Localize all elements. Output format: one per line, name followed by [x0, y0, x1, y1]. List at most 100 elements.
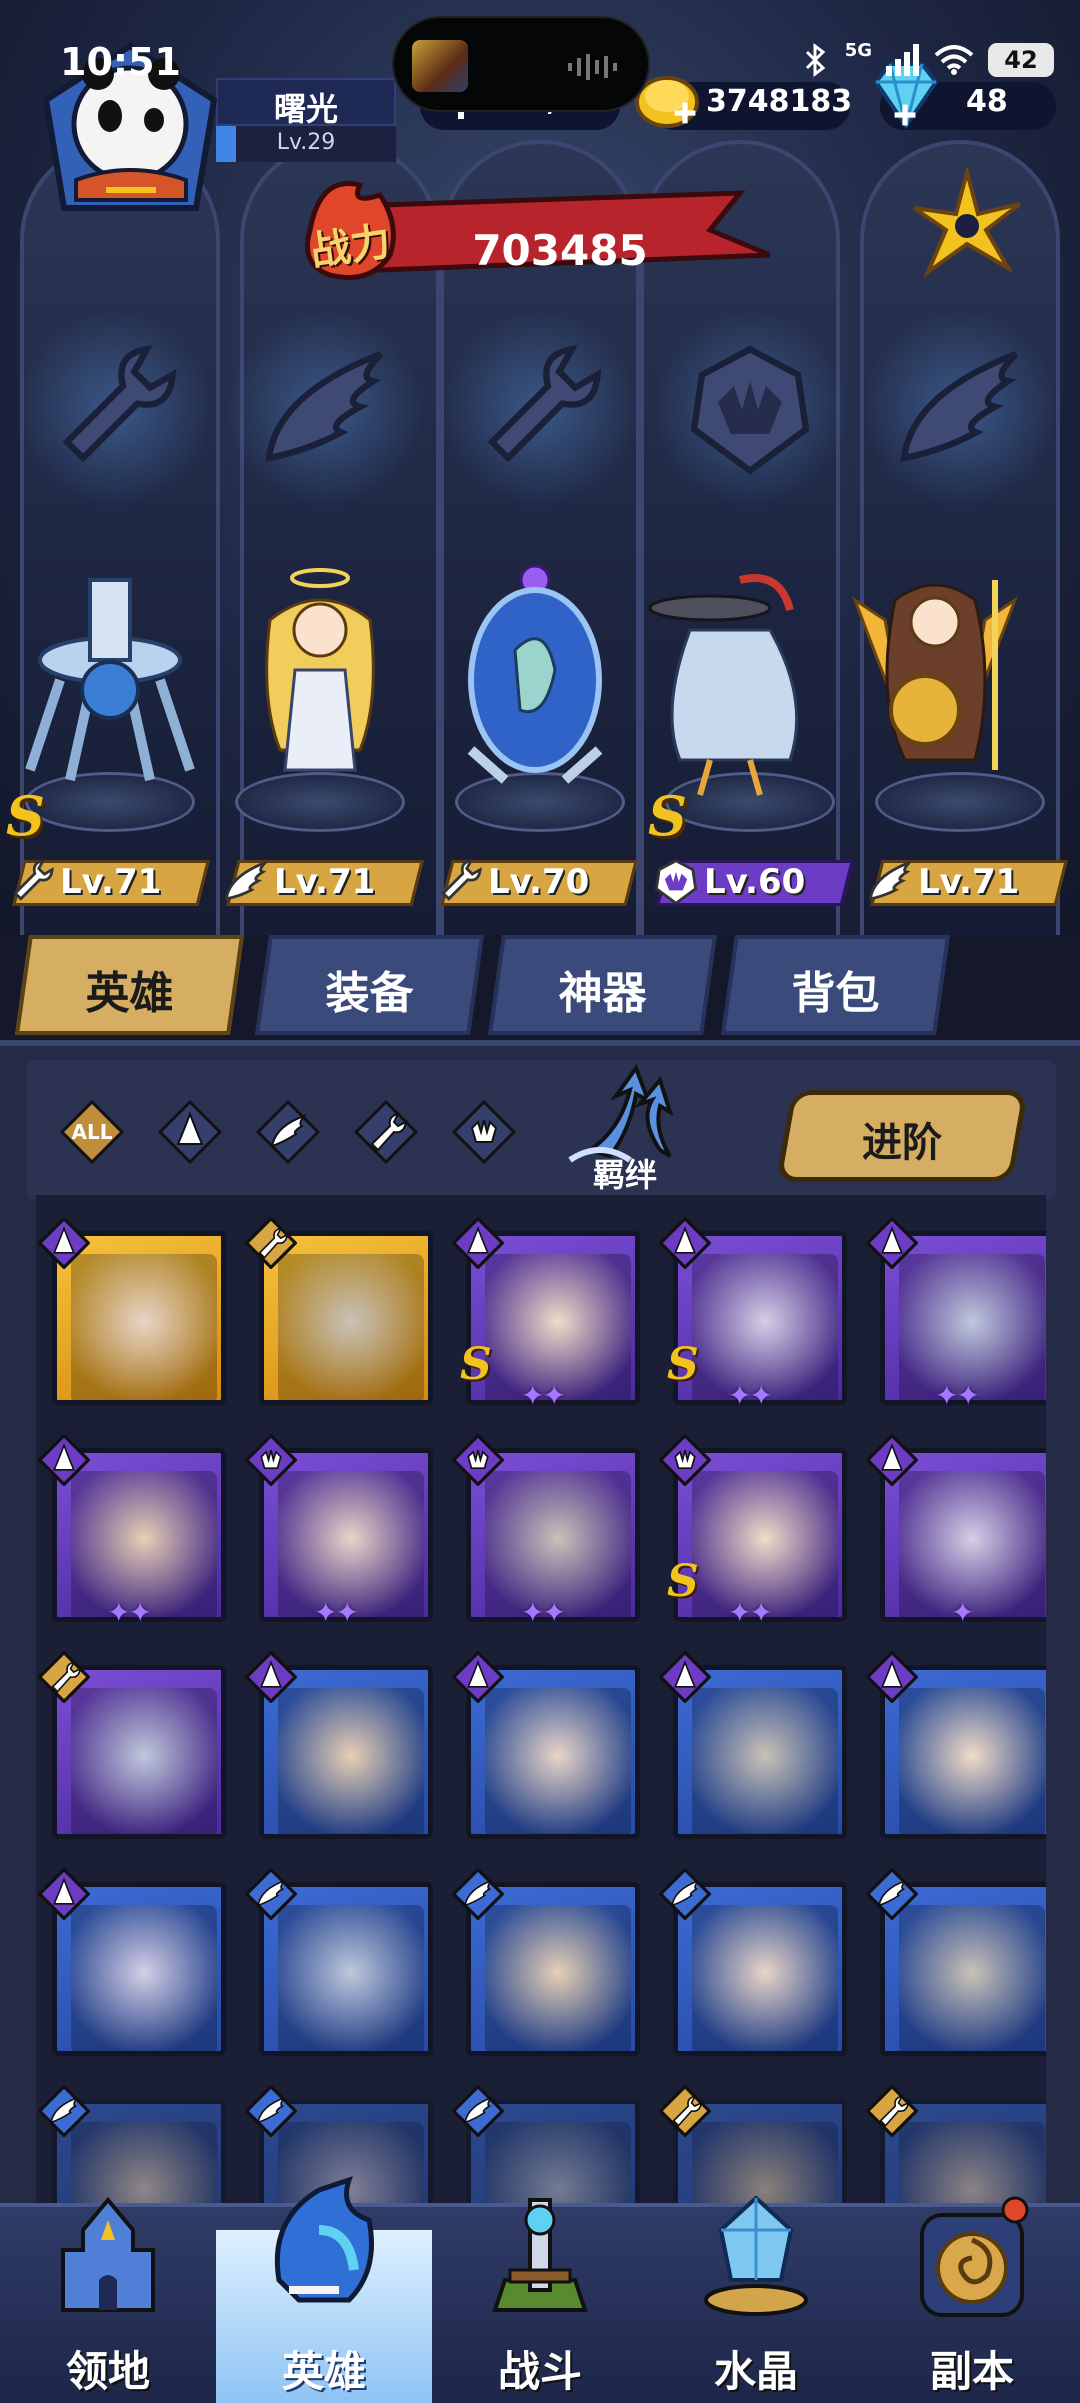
hood-class-icon [38, 1217, 90, 1269]
hero-slot-5-level-tag: Lv.71 [862, 856, 1068, 910]
hero-slot-2-angel[interactable] [230, 560, 410, 800]
hero-slot-2-level-tag: Lv.71 [218, 856, 424, 910]
hero-portrait [71, 1254, 217, 1400]
wrench-class-icon [62, 345, 177, 463]
hero-star-rating: ✦✦ [521, 1596, 566, 1629]
hero-star-rating: ✦✦ [107, 1596, 152, 1629]
hero-portrait [278, 1688, 424, 1834]
hero-slot-1-level-tag: Lv.71 [4, 856, 210, 910]
filter-hood-class-icon[interactable] [158, 1100, 222, 1164]
wing-class-icon [452, 2085, 504, 2137]
wing-class-icon [265, 351, 384, 463]
hood-class-icon [866, 1651, 918, 1703]
tab-artifacts-label: 神器 [558, 968, 647, 1019]
hero-slot-1-grade: S [6, 784, 45, 848]
wing-class-icon [38, 2085, 90, 2137]
hero-portrait [278, 1905, 424, 2051]
crystal-icon [704, 2195, 808, 2316]
hero-slot-3-level-tag: Lv.70 [432, 856, 638, 910]
nav-heroes-label: 英雄 [281, 2347, 366, 2396]
filter-wrench-class-icon[interactable] [354, 1100, 418, 1164]
audio-wave-icon [568, 54, 617, 80]
network-type: 5G [844, 39, 872, 61]
beast-class-icon [659, 1434, 711, 1486]
nav-battle[interactable]: 战斗 [432, 2180, 648, 2403]
wifi-icon [934, 45, 974, 75]
wrench-class-icon [487, 345, 602, 463]
wrench-class-icon [659, 2085, 711, 2137]
beast-class-icon [245, 1434, 297, 1486]
hero-star-rating: ✦✦ [728, 1596, 773, 1629]
hero-star-rating: ✦✦ [728, 1379, 773, 1412]
hood-class-icon [659, 1651, 711, 1703]
wrench-icon [13, 858, 54, 901]
tab-heroes-label: 英雄 [85, 968, 174, 1019]
advance-button[interactable]: 进阶 [775, 1090, 1029, 1182]
nav-territory[interactable]: 领地 [0, 2180, 216, 2403]
combat-power-label: 战力 [307, 218, 394, 276]
hero-slot-1-mech-spider[interactable] [20, 560, 200, 800]
player-level: Lv.29 [276, 130, 336, 155]
hero-portrait [485, 1905, 631, 2051]
hood-class-icon [452, 1217, 504, 1269]
hood-class-icon [866, 1217, 918, 1269]
hero-slot-2-level: Lv.71 [274, 862, 376, 902]
nav-crystal[interactable]: 水晶 [648, 2180, 864, 2403]
hero-slot-4-level-tag: Lv.60 [648, 856, 854, 910]
wrench-class-icon [245, 1217, 297, 1269]
hood-class-icon [866, 1434, 918, 1486]
hero-portrait [899, 1688, 1045, 1834]
hero-slot-4-level: Lv.60 [704, 862, 806, 902]
hero-grade-badge: S [667, 1556, 699, 1607]
hero-slot-3-level: Lv.70 [488, 862, 590, 902]
nav-crystal-label: 水晶 [713, 2347, 798, 2396]
hood-class-icon [38, 1868, 90, 1920]
hero-slot-3-capsule[interactable] [445, 560, 625, 800]
dungeon-portal-icon [920, 2196, 1029, 2317]
tab-backpack-label: 背包 [791, 968, 880, 1019]
wing-class-icon [659, 1868, 711, 1920]
nav-heroes[interactable]: 英雄 [216, 2176, 432, 2403]
hero-grade-badge: S [667, 1339, 699, 1390]
hero-star-rating: ✦ [951, 1596, 975, 1629]
dynamic-island[interactable] [392, 16, 650, 112]
tab-backpack[interactable]: 背包 [720, 935, 951, 1035]
hero-slot-4-crane-warrior[interactable] [640, 560, 820, 800]
wing-class-icon [245, 1868, 297, 1920]
filter-all-label: ALL [71, 1120, 113, 1144]
star-burst-menu-icon[interactable] [908, 168, 1026, 286]
hero-star-rating: ✦✦ [521, 1379, 566, 1412]
tab-equipment[interactable]: 装备 [254, 935, 485, 1035]
hood-class-icon [38, 1434, 90, 1486]
wing-class-icon [900, 351, 1019, 463]
wrench-icon [441, 858, 482, 901]
beast-class-icon [452, 1434, 504, 1486]
beast-icon [654, 859, 698, 906]
hero-slot-5-level: Lv.71 [918, 862, 1020, 902]
wing-icon [224, 861, 267, 901]
hood-class-icon [452, 1651, 504, 1703]
clock: 10:51 [60, 40, 181, 84]
nav-dungeon[interactable]: 副本 [864, 2180, 1080, 2403]
signal-icon [886, 44, 919, 76]
hero-star-rating: ✦✦ [935, 1379, 980, 1412]
wrench-class-icon [866, 2085, 918, 2137]
hero-portrait [278, 1254, 424, 1400]
filter-beast-class-icon[interactable] [452, 1100, 516, 1164]
hero-portrait [485, 1688, 631, 1834]
battle-sword-icon [492, 2198, 588, 2312]
hero-portrait [71, 1688, 217, 1834]
tab-artifacts[interactable]: 神器 [487, 935, 718, 1035]
filter-wing-class-icon[interactable] [256, 1100, 320, 1164]
hero-slot-1-level: Lv.71 [60, 862, 162, 902]
status-icons: 5G 42 [801, 40, 1054, 80]
player-level-plate: Lv.29 [216, 126, 396, 162]
beast-class-icon [690, 345, 810, 475]
hero-slot-5-golden-valkyrie[interactable] [845, 560, 1025, 800]
hero-portrait [71, 1905, 217, 2051]
bluetooth-icon [805, 43, 825, 77]
tab-equipment-label: 装备 [325, 968, 414, 1019]
wing-class-icon [452, 1868, 504, 1920]
tab-heroes[interactable]: 英雄 [14, 935, 245, 1035]
hero-portrait [692, 1905, 838, 2051]
